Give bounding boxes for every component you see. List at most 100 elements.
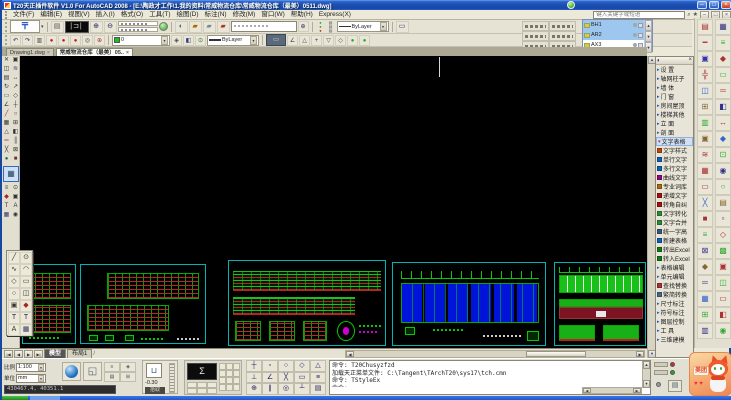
calc-key[interactable] xyxy=(219,370,226,377)
toggle-button[interactable]: ≡ xyxy=(104,362,120,372)
pressed-dark-button[interactable]: ▭ xyxy=(266,34,286,46)
screen-menu-item[interactable]: 繁简转换 xyxy=(656,290,693,299)
modify-icon[interactable]: ═ xyxy=(2,137,11,146)
calc-key[interactable] xyxy=(233,384,240,391)
screen-menu-item[interactable]: 尺寸标注 xyxy=(656,299,693,308)
panel-close-icon[interactable]: × xyxy=(688,57,692,64)
tab-nav-button[interactable]: ▶| xyxy=(34,350,43,358)
scroll-up-icon[interactable]: ▲ xyxy=(643,361,650,369)
right-dock-icon[interactable]: ≋ xyxy=(697,147,713,163)
ucs-icon[interactable]: ▽ xyxy=(323,35,334,46)
right-dock-icon[interactable]: ⊞ xyxy=(697,307,713,323)
combo-arrow-icon[interactable]: ▾ xyxy=(161,36,168,45)
right-dock-icon[interactable]: ◧ xyxy=(715,99,731,115)
screen-menu-item[interactable]: 文字合并 xyxy=(656,218,693,227)
right-dock-icon[interactable]: ◆ xyxy=(697,259,713,275)
draw-icon[interactable]: ▦ xyxy=(2,211,11,220)
tab-nav-button[interactable]: ◀ xyxy=(14,350,23,358)
ucs-icon[interactable]: △ xyxy=(299,35,310,46)
layout-page-button[interactable]: ◱ xyxy=(83,362,102,381)
menu-item[interactable]: 文件(F) xyxy=(10,10,37,19)
scroll-right-icon[interactable]: ▶ xyxy=(633,388,641,393)
draw-tool-icon[interactable]: ▣ xyxy=(8,300,20,312)
ucs-icon[interactable]: + xyxy=(311,35,322,46)
draw-tool-icon[interactable]: ◫ xyxy=(20,288,32,300)
menu-item[interactable]: Express(X) xyxy=(316,10,354,19)
right-dock-icon[interactable]: ◉ xyxy=(715,163,731,179)
modify-icon[interactable]: ⊠ xyxy=(11,146,20,155)
scale-combo[interactable]: 比例 1:100▾ xyxy=(4,362,46,372)
snap-icon[interactable]: ╳ xyxy=(278,372,294,384)
modify-icon[interactable]: ◧ xyxy=(11,128,20,137)
layout-tab[interactable]: 模型 xyxy=(44,349,66,358)
scroll-left-icon[interactable]: ◀ xyxy=(583,388,591,393)
close-button[interactable]: × xyxy=(721,1,731,9)
layer-tool-icon[interactable]: ◈ xyxy=(171,35,182,46)
snap-icon[interactable]: ▤ xyxy=(310,383,326,395)
menu-item[interactable]: 工具(T) xyxy=(146,10,173,19)
screen-preview-icon[interactable]: |⊐| xyxy=(65,21,89,33)
modify-icon[interactable]: ⊞ xyxy=(11,119,20,128)
screen-menu-item[interactable]: 转出Excel xyxy=(656,245,693,254)
right-dock-icon[interactable]: ╳ xyxy=(697,195,713,211)
command-hscrollbar[interactable]: ◀▶ xyxy=(582,387,642,394)
modify-icon[interactable]: ╱ xyxy=(2,110,11,119)
right-dock-icon[interactable]: ▦ xyxy=(697,291,713,307)
menu-style-icon[interactable]: ◐ xyxy=(657,58,661,64)
draw-tool-icon[interactable]: ▭ xyxy=(20,276,32,288)
document-tab[interactable]: 常威物流仓库（最美）05.. × xyxy=(56,48,133,56)
unit-combo[interactable]: 单位 mm▾ xyxy=(4,373,46,383)
snap-icon[interactable]: ○ xyxy=(278,360,294,372)
toggle-button[interactable]: ⊞ xyxy=(120,372,136,382)
draw-tool-icon[interactable]: ∿ xyxy=(8,264,20,276)
right-dock-icon[interactable]: ◫ xyxy=(697,83,713,99)
horizontal-scrollbar[interactable]: ◀ ▶ xyxy=(345,350,645,358)
layer-row[interactable]: BH1 xyxy=(583,20,644,30)
screen-menu-item[interactable]: 轴网柱子 xyxy=(656,74,693,83)
screen-menu-item[interactable]: 文字表格 xyxy=(656,137,693,146)
right-dock-icon[interactable]: ▥ xyxy=(697,115,713,131)
draw-tool-icon[interactable]: ○ xyxy=(8,288,20,300)
modify-icon[interactable]: ◫ xyxy=(2,65,11,74)
screen-menu-item[interactable]: 剖 面 xyxy=(656,128,693,137)
calc-key[interactable] xyxy=(226,363,233,370)
undo-redo-icon[interactable]: ↶ xyxy=(10,35,21,46)
view-mini-combos[interactable] xyxy=(118,21,158,32)
right-dock-icon[interactable]: ▤ xyxy=(697,19,713,35)
modify-icon[interactable]: ≋ xyxy=(11,65,20,74)
screen-menu-item[interactable]: 单行文字 xyxy=(656,155,693,164)
right-dock-icon[interactable]: ▣ xyxy=(697,51,713,67)
draw-tool-icon[interactable]: ⊙ xyxy=(20,252,32,264)
scroll-down-icon[interactable]: ▼ xyxy=(643,380,650,388)
draw-tool-icon[interactable]: T xyxy=(20,312,32,324)
right-dock-icon[interactable]: ○ xyxy=(715,179,731,195)
draw-icon[interactable]: T xyxy=(2,202,11,211)
snap-icon[interactable]: △ xyxy=(310,360,326,372)
draw-tool-icon[interactable]: ◠ xyxy=(20,264,32,276)
layout-tab[interactable]: 布局1 xyxy=(67,349,92,358)
modify-icon[interactable]: ↻ xyxy=(2,83,11,92)
snap-icon[interactable]: ▫ xyxy=(262,360,278,372)
scroll-right-icon[interactable]: ▶ xyxy=(636,351,644,357)
right-dock-icon[interactable]: ◉ xyxy=(715,323,731,339)
taskbar-item-fragment[interactable] xyxy=(30,396,60,400)
dim-text-button[interactable] xyxy=(549,21,576,31)
modify-icon[interactable]: ■ xyxy=(11,155,20,164)
modify-icon[interactable]: ╳ xyxy=(2,146,11,155)
menu-item[interactable]: 绘图(D) xyxy=(174,10,202,19)
menu-item[interactable]: 帮助(H) xyxy=(288,10,316,19)
drawing-canvas[interactable] xyxy=(20,56,647,348)
right-dock-icon[interactable]: ▦ xyxy=(697,163,713,179)
modify-icon[interactable]: ↔ xyxy=(11,74,20,83)
screen-menu-item[interactable]: 设 置 xyxy=(656,65,693,74)
snap-icon[interactable]: ∠ xyxy=(262,372,278,384)
calc-key[interactable] xyxy=(197,388,207,394)
screen-menu-item[interactable]: 门 窗 xyxy=(656,92,693,101)
layer-state-icon[interactable] xyxy=(633,33,637,37)
menu-item[interactable]: 标注(N) xyxy=(202,10,230,19)
screen-menu-item[interactable]: 文字转化 xyxy=(656,209,693,218)
screen-menu-item[interactable]: 单元编辑 xyxy=(656,272,693,281)
snap-icon[interactable]: ◇ xyxy=(294,360,310,372)
minimize-button[interactable]: – xyxy=(697,1,707,9)
right-dock-icon[interactable]: ▤ xyxy=(715,195,731,211)
